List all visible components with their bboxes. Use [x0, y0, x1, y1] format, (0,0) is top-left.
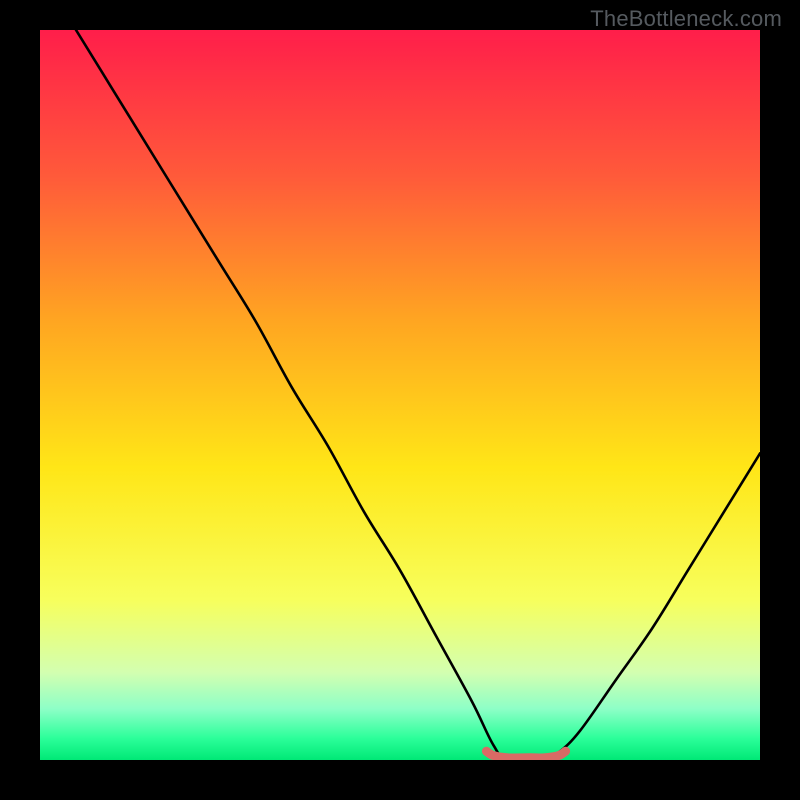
chart-background — [40, 30, 760, 760]
chart-svg — [40, 30, 760, 760]
watermark-text: TheBottleneck.com — [590, 6, 782, 32]
plot-area — [40, 30, 760, 760]
chart-frame: TheBottleneck.com — [0, 0, 800, 800]
